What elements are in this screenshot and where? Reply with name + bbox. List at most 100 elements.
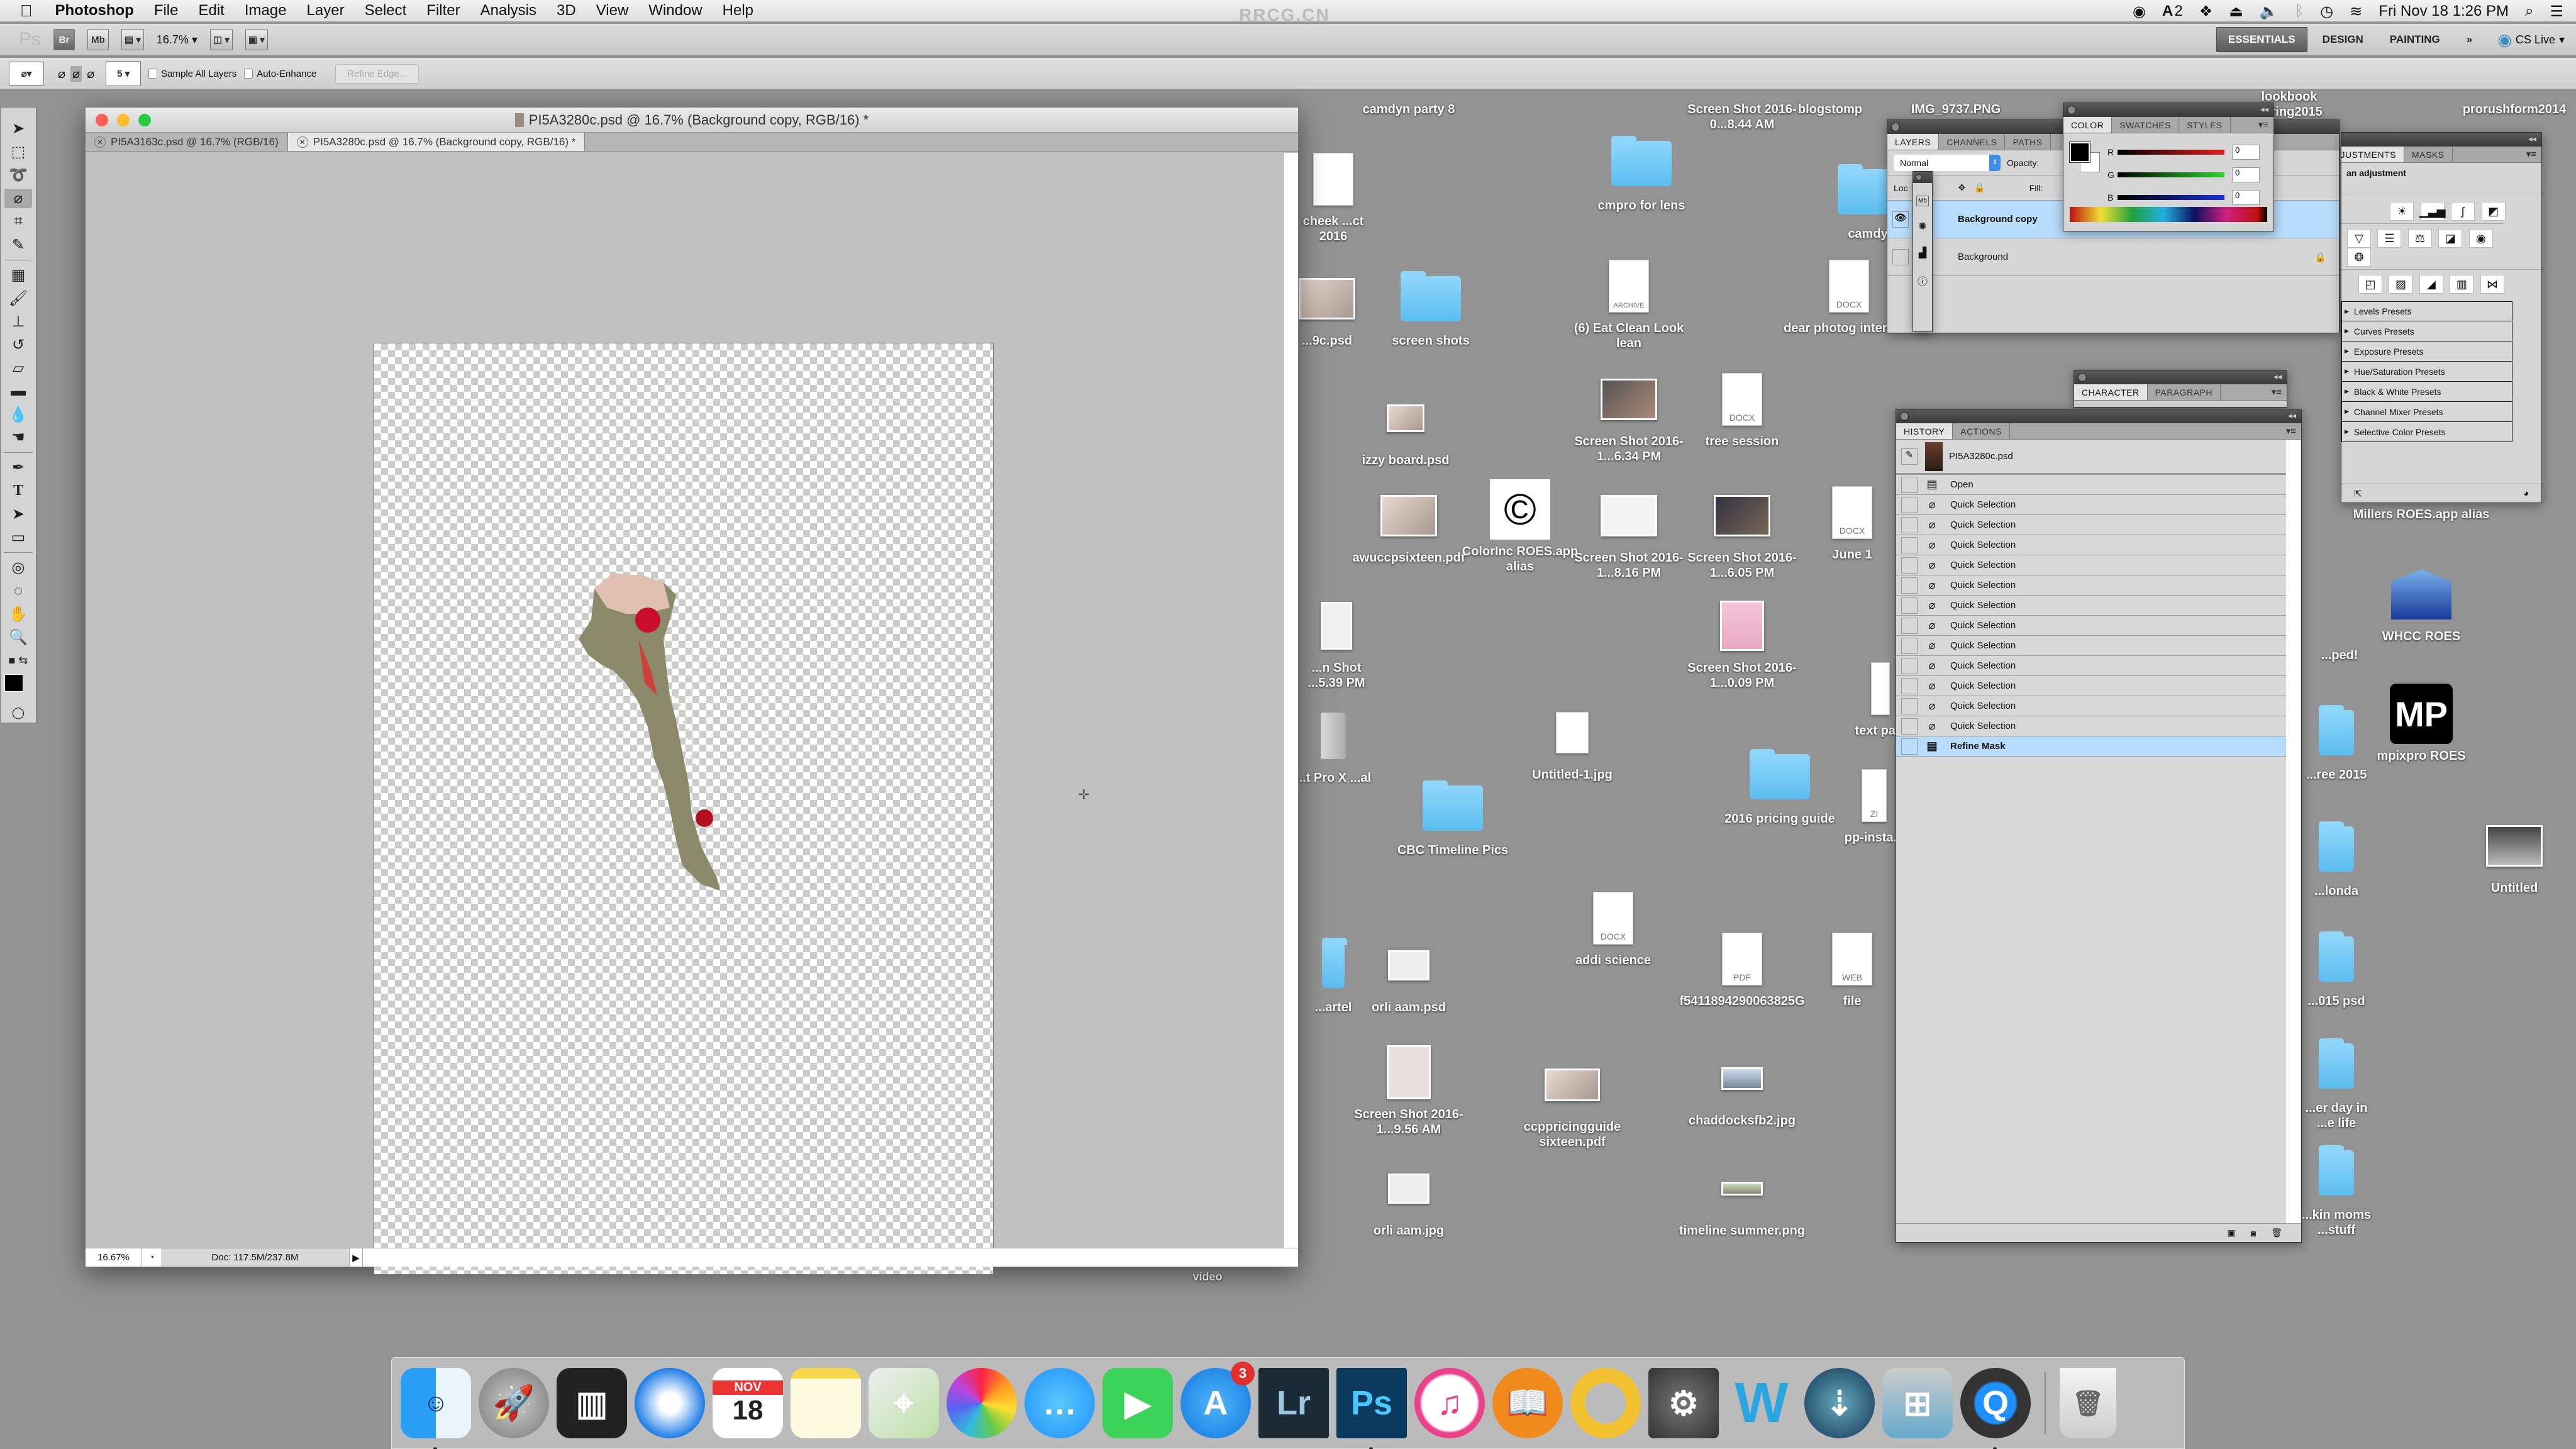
vertical-scrollbar[interactable]	[1283, 153, 1298, 1248]
history-source-toggle[interactable]	[1901, 496, 1918, 513]
quick-mask-icon[interactable]: ◯	[4, 703, 32, 723]
blue-value-input[interactable]: 0	[2232, 190, 2260, 205]
desktop-icon[interactable]: Millers ROES.app alias	[2352, 507, 2490, 522]
tab-styles[interactable]: STYLES	[2179, 117, 2231, 133]
history-step[interactable]: ⌀ Quick Selection	[1896, 716, 2286, 736]
desktop-icon[interactable]: ...n Shot ...5.39 PM	[1292, 597, 1380, 691]
history-source-toggle[interactable]	[1901, 657, 1918, 674]
desktop-icon[interactable]: orli aam.psd	[1340, 937, 1478, 1015]
dock-item-facetime[interactable]: ▶	[1102, 1368, 1173, 1438]
desktop-icon[interactable]: cmpro for lens	[1572, 135, 1711, 213]
adjustment-preset-item[interactable]: ▶ Exposure Presets	[2341, 341, 2512, 362]
status-zoom-field[interactable]: 16.67%	[86, 1248, 142, 1267]
adjustment-preset-item[interactable]: ▶ Curves Presets	[2341, 321, 2512, 341]
posterize-icon[interactable]: ▨	[2389, 275, 2413, 294]
desktop-icon[interactable]: WHCC ROES	[2352, 566, 2490, 644]
history-source-toggle[interactable]	[1901, 597, 1918, 614]
3d-orbit-tool-icon[interactable]: ◌	[4, 581, 32, 601]
history-source-toggle[interactable]	[1901, 536, 1918, 553]
image-canvas[interactable]	[374, 343, 994, 1275]
document-tab-active[interactable]: ✕ PI5A3280c.psd @ 16.7% (Background copy,…	[287, 133, 586, 151]
eraser-tool-icon[interactable]: ▱	[4, 358, 32, 378]
time-machine-icon[interactable]: ◷	[2320, 3, 2333, 21]
adjustment-preset-item[interactable]: ▶ Levels Presets	[2341, 301, 2512, 321]
mini-bridge-button[interactable]: Mb	[87, 29, 109, 50]
clock[interactable]: Fri Nov 18 1:26 PM	[2379, 3, 2509, 20]
menu-window[interactable]: Window	[638, 2, 712, 19]
disclosure-triangle-icon[interactable]: ▶	[2345, 388, 2349, 395]
record-icon[interactable]: ◉	[2133, 3, 2146, 21]
tab-adjustments[interactable]: ADJUSTMENTS	[2341, 147, 2404, 162]
history-step[interactable]: ▤ Refine Mask	[1896, 736, 2286, 757]
volume-icon[interactable]: 🔈	[2260, 3, 2279, 21]
disclosure-triangle-icon[interactable]: ▶	[2345, 368, 2349, 375]
desktop-icon[interactable]: Untitled-1.jpg	[1503, 704, 1641, 782]
screen-mode-button[interactable]: ▣ ▾	[245, 29, 268, 50]
channel-mixer-icon[interactable]: ❂	[2347, 248, 2371, 267]
dock-item-quicktime-player[interactable]: Q	[1960, 1368, 2031, 1449]
history-step[interactable]: ⌀ Quick Selection	[1896, 535, 2286, 555]
move-tool-icon[interactable]: ➤	[4, 119, 32, 138]
dock-item-trash[interactable]: 🗑	[2060, 1368, 2116, 1438]
desktop-icon[interactable]: CBC Timeline Pics	[1384, 780, 1522, 858]
panel-menu-icon[interactable]: ▾≡	[2258, 119, 2268, 130]
desktop-icon[interactable]: ...kin moms ...stuff	[2296, 1145, 2377, 1238]
adobe-icon[interactable]: A 2	[2162, 3, 2183, 20]
menu-3d[interactable]: 3D	[547, 2, 586, 19]
color-spectrum-ramp[interactable]	[2070, 207, 2267, 222]
tab-layers[interactable]: LAYERS	[1887, 134, 1940, 150]
mini-bridge-icon[interactable]: Mb	[1916, 196, 1929, 206]
zoom-tool-icon[interactable]: 🔍	[4, 628, 32, 647]
history-source-toggle[interactable]	[1901, 617, 1918, 634]
history-step[interactable]: ⌀ Quick Selection	[1896, 616, 2286, 636]
dock-item-photos[interactable]	[947, 1368, 1017, 1438]
disclosure-triangle-icon[interactable]: ▶	[2345, 328, 2349, 335]
expanded-view-icon[interactable]: ⇱	[2354, 488, 2362, 499]
dock-item-lightroom[interactable]: Lr	[1258, 1368, 1329, 1438]
brush-tool-icon[interactable]: 🖌	[4, 289, 32, 308]
panel-header[interactable]: ◂◂	[2074, 370, 2287, 384]
tab-masks[interactable]: MASKS	[2404, 147, 2453, 162]
desktop-icon[interactable]: prorushform2014	[2453, 102, 2576, 117]
green-slider[interactable]	[2118, 172, 2224, 177]
bluetooth-icon[interactable]: ᛒ	[2295, 3, 2304, 20]
close-window-button[interactable]	[96, 114, 108, 126]
threshold-icon[interactable]: ◢	[2419, 275, 2443, 294]
panel-menu-icon[interactable]: ▾≡	[2286, 425, 2296, 436]
history-step[interactable]: ⌀ Quick Selection	[1896, 596, 2286, 616]
dock-item-app-store[interactable]: A3	[1180, 1362, 1255, 1438]
history-step[interactable]: ⌀ Quick Selection	[1896, 656, 2286, 676]
workspace-painting[interactable]: PAINTING	[2379, 27, 2451, 52]
menu-file[interactable]: File	[144, 2, 189, 19]
panel-menu-icon[interactable]: ▾≡	[2526, 148, 2536, 160]
wifi-icon[interactable]: ≋	[2350, 3, 2362, 21]
history-step[interactable]: ⌀ Quick Selection	[1896, 515, 2286, 535]
tab-history[interactable]: HISTORY	[1896, 423, 1953, 439]
layer-row[interactable]: Background 🔒	[1887, 238, 2339, 276]
new-selection-icon[interactable]: ⌀	[58, 66, 65, 82]
hand-tool-icon[interactable]: ✋	[4, 604, 32, 624]
clone-stamp-tool-icon[interactable]: ⊥	[4, 312, 32, 331]
dock-item-transmit[interactable]: ⇣	[1804, 1368, 1875, 1438]
dock-item-mission-control[interactable]: ▥	[557, 1368, 627, 1438]
cs-live-button[interactable]: ◉ CS Live ▾	[2497, 30, 2565, 50]
menu-select[interactable]: Select	[355, 2, 417, 19]
disclosure-triangle-icon[interactable]: ▶	[2345, 348, 2349, 355]
blur-tool-icon[interactable]: 💧	[4, 405, 32, 425]
dock-item-notes[interactable]	[791, 1368, 861, 1438]
workspace-essentials[interactable]: ESSENTIALS	[2216, 27, 2307, 52]
tab-paragraph[interactable]: PARAGRAPH	[2148, 384, 2221, 400]
path-selection-tool-icon[interactable]: ➤	[4, 504, 32, 524]
lock-all-icon[interactable]: 🔒	[1974, 182, 1985, 193]
desktop-icon[interactable]: izzy board.psd	[1336, 390, 1475, 468]
history-step[interactable]: ⌀ Quick Selection	[1896, 555, 2286, 575]
dock-item-launchpad[interactable]: 🚀	[479, 1368, 549, 1438]
blend-mode-select[interactable]: Normal ⇕	[1894, 154, 2001, 171]
canvas-area[interactable]: ✛	[86, 153, 1283, 1275]
desktop-icon[interactable]: blogstomp	[1780, 102, 1880, 117]
menu-view[interactable]: View	[586, 2, 639, 19]
minimize-window-button[interactable]	[117, 114, 130, 126]
curves-icon[interactable]: ∫	[2451, 202, 2475, 221]
workspace-more-button[interactable]: »	[2455, 27, 2484, 52]
history-scrollbar[interactable]	[2286, 440, 2301, 1223]
